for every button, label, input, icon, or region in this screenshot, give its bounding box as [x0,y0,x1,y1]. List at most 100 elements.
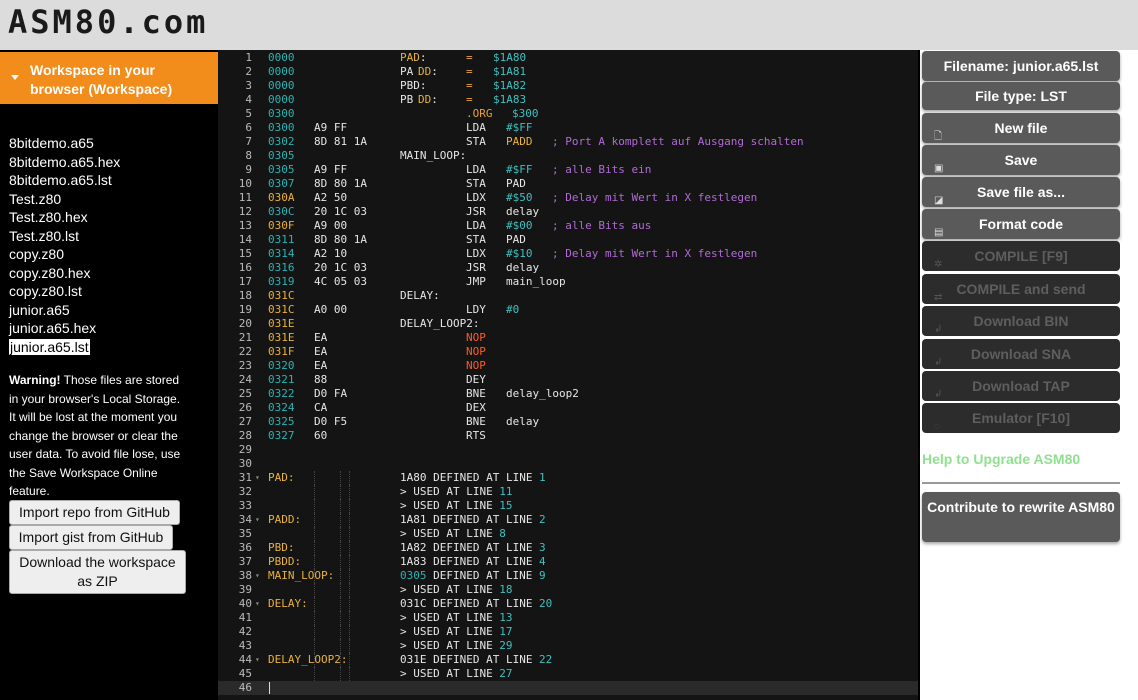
file-item[interactable]: junior.a65 [9,301,120,320]
fold-arrow-icon[interactable]: ▾ [255,513,260,527]
download-tap-button[interactable]: ↲ Download TAP [922,371,1120,401]
fold-arrow-icon[interactable]: ▾ [255,653,260,667]
code-token: PAD [400,51,420,64]
file-item[interactable]: 8bitdemo.a65 [9,134,120,153]
code-token: 0000 [268,51,295,64]
code-line: 42 > USED AT LINE 17 [218,625,918,639]
line-number: 7 [245,135,252,148]
fold-arrow-icon[interactable]: ▾ [255,471,260,485]
code-token: #$00 [506,219,533,232]
indent-guide [349,499,351,513]
code-token: 1 [539,471,546,484]
code-token: A0 00 [314,303,348,316]
compile-f9-button[interactable]: ✲ COMPILE [F9] [922,241,1120,271]
code-line: 31 ▾ PAD: 1A80 DEFINED AT LINE 1 [218,471,918,485]
indent-guide [340,555,342,569]
file-item[interactable]: Test.z80.hex [9,208,120,227]
line-number: 25 [238,387,252,400]
file-name: copy.z80 [9,246,64,262]
workspace-header[interactable]: Workspace in your browser (Workspace) [0,52,218,104]
contribute-button[interactable]: Contribute to rewrite ASM80 [922,492,1120,542]
indent-guide [340,597,342,611]
line-number: 31 [238,471,252,484]
import-repo-button[interactable]: Import repo from GitHub [9,500,180,525]
line-number: 36 [238,541,252,554]
code-line: 2 0000 PA DD: = $1A81 [218,65,918,79]
file-item[interactable]: Test.z80 [9,190,120,209]
save-file-as-button[interactable]: ◪ Save file as... [922,177,1120,207]
code-token: > USED AT LINE [400,625,500,638]
code-token: 030A [268,191,295,204]
code-token: LDX [466,247,486,260]
file-item[interactable]: 8bitdemo.a65.hex [9,153,120,172]
code-token: A9 00 [314,219,348,232]
code-token: 031F [268,345,295,358]
download-zip-button[interactable]: Download the workspace as ZIP [9,550,186,594]
code-token: ; Port A komplett auf Ausgang schalten [552,135,804,148]
code-token: 18 [499,583,513,596]
code-token: 0320 [268,359,295,372]
save-button[interactable]: ▣ Save [922,145,1120,175]
code-token: 15 [499,499,513,512]
code-token: PA [400,65,414,78]
emulator-f10-button[interactable]: ◌ Emulator [F10] [922,403,1120,433]
line-number: 13 [238,219,252,232]
code-token: 0324 [268,401,295,414]
code-token: STA [466,135,486,148]
file-item[interactable]: junior.a65.hex [9,319,120,338]
line-number: 18 [238,289,252,302]
bulb-icon: ◌ [934,421,940,432]
code-token: PBDD: [268,555,302,568]
indent-guide [349,569,351,583]
file-item[interactable]: copy.z80.hex [9,264,120,283]
code-token: STA [466,233,486,246]
code-editor[interactable]: 1 0000 PAD: = $1A80 2 0000 PA DD: = $1A81 3 0000 PBD:… [218,50,918,700]
indent-guide [349,583,351,597]
code-token: delay [506,261,540,274]
code-line: 40 ▾ DELAY: 031C DEFINED AT LINE 20 [218,597,918,611]
right-panel: Filename: junior.a65.lst File type: LST … [920,50,1138,700]
indent-guide [314,471,316,485]
fold-arrow-icon[interactable]: ▾ [255,569,260,583]
code-token: $1A81 [493,65,527,78]
logo[interactable]: ASM80.com [8,3,208,41]
file-item[interactable]: junior.a65.lst [9,338,120,357]
code-line: 43 > USED AT LINE 29 [218,639,918,653]
code-token: DELAY: [268,597,308,610]
code-token: $1A82 [493,79,527,92]
compile-and-send-button[interactable]: ⇄ COMPILE and send [922,274,1120,304]
indent-guide [314,499,316,513]
line-number: 22 [238,345,252,358]
fold-arrow-icon[interactable]: ▾ [255,597,260,611]
download-bin-button[interactable]: ↲ Download BIN [922,306,1120,336]
help-upgrade-link[interactable]: Help to Upgrade ASM80 [922,451,1080,467]
file-item[interactable]: Test.z80.lst [9,227,120,246]
code-token: = [466,65,473,78]
line-number: 30 [238,457,252,470]
indent-guide [340,569,342,583]
new-file-button[interactable]: 🗋 New file [922,113,1120,143]
code-token: 8D 80 1A [314,177,367,190]
import-gist-button[interactable]: Import gist from GitHub [9,525,173,550]
code-token: A9 FF [314,121,348,134]
code-token: 0000 [268,93,295,106]
file-item[interactable]: copy.z80 [9,245,120,264]
code-line: 30 [218,457,918,471]
code-line: 3 0000 PBD: = $1A82 [218,79,918,93]
indent-guide [349,471,351,485]
indent-guide [340,667,342,681]
download-sna-button[interactable]: ↲ Download SNA [922,339,1120,369]
code-token: #0 [506,303,520,316]
file-item[interactable]: 8bitdemo.a65.lst [9,171,120,190]
code-line: 13 030F A9 00 LDA #$00 ; alle Bits aus [218,219,918,233]
line-number: 1 [245,51,252,64]
code-token: 0325 [268,415,295,428]
code-token: EA [314,359,328,372]
code-token: 0000 [268,65,295,78]
button-label: New file [994,120,1048,136]
code-token: ; Delay mit Wert in X festlegen [552,191,758,204]
format-code-button[interactable]: ▤ Format code [922,209,1120,239]
file-item[interactable]: copy.z80.lst [9,282,120,301]
line-number: 21 [238,331,252,344]
code-token: LDX [466,191,486,204]
